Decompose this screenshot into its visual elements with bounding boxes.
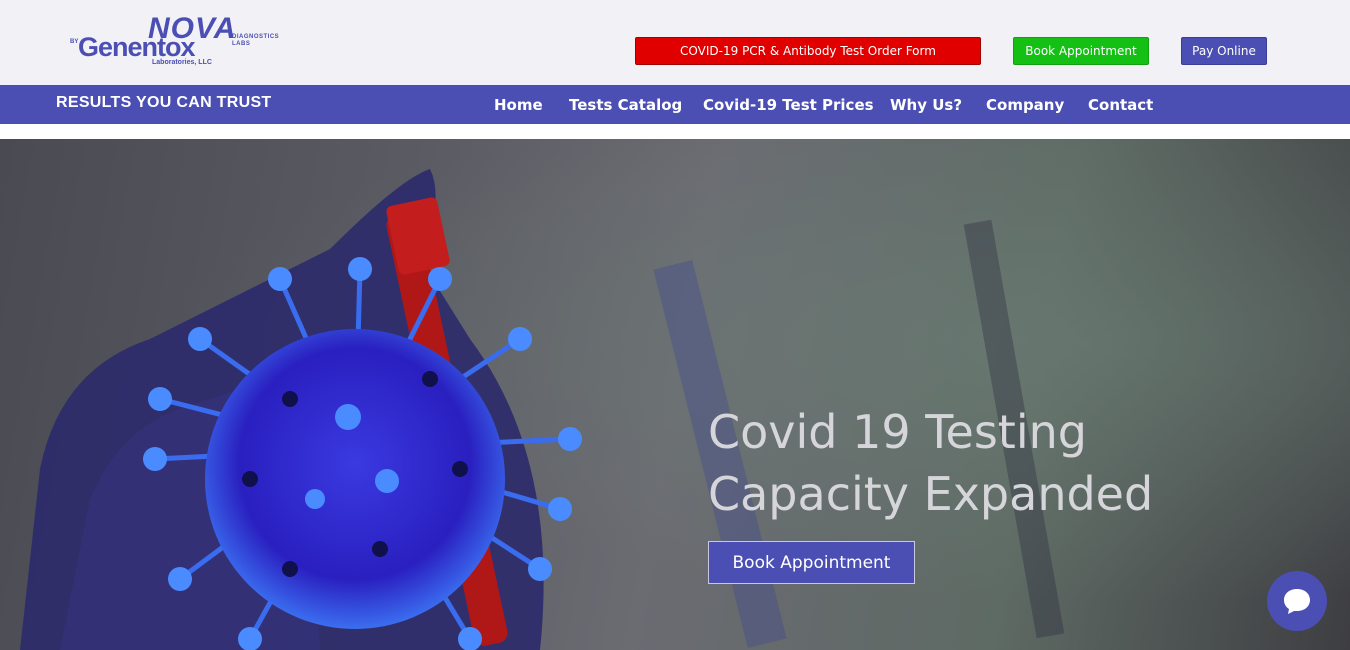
hero-title: Covid 19 Testing Capacity Expanded — [708, 401, 1153, 525]
nav-tests-catalog[interactable]: Tests Catalog — [569, 85, 682, 124]
tagline: RESULTS YOU CAN TRUST — [56, 94, 272, 111]
hero-title-line-2: Capacity Expanded — [708, 467, 1154, 521]
chat-launcher-button[interactable] — [1267, 571, 1327, 631]
top-header: BY Genentox NOVA DIAGNOSTICS LABS Labora… — [0, 0, 1350, 85]
virus-illustration — [143, 257, 582, 650]
hero-title-line-1: Covid 19 Testing — [708, 405, 1087, 459]
hero-banner: Covid 19 Testing Capacity Expanded Book … — [0, 139, 1350, 650]
logo-diagnostics-labs: DIAGNOSTICS LABS — [232, 34, 280, 47]
nav-why-us[interactable]: Why Us? — [890, 85, 962, 124]
nav-covid-test-prices[interactable]: Covid-19 Test Prices — [703, 85, 874, 124]
pay-online-button[interactable]: Pay Online — [1181, 37, 1267, 65]
hero-book-appointment-button[interactable]: Book Appointment — [708, 541, 915, 584]
book-appointment-top-button[interactable]: Book Appointment — [1013, 37, 1149, 65]
logo-nova: NOVA — [148, 12, 237, 45]
nav-company[interactable]: Company — [986, 85, 1064, 124]
logo[interactable]: BY Genentox NOVA DIAGNOSTICS LABS Labora… — [70, 12, 290, 70]
main-navbar: RESULTS YOU CAN TRUST Home Tests Catalog… — [0, 85, 1350, 124]
nav-home[interactable]: Home — [494, 85, 543, 124]
logo-llc: Laboratories, LLC — [152, 59, 212, 66]
nav-contact[interactable]: Contact — [1088, 85, 1153, 124]
covid-order-form-button[interactable]: COVID-19 PCR & Antibody Test Order Form — [635, 37, 981, 65]
chat-bubble-icon — [1284, 589, 1310, 614]
